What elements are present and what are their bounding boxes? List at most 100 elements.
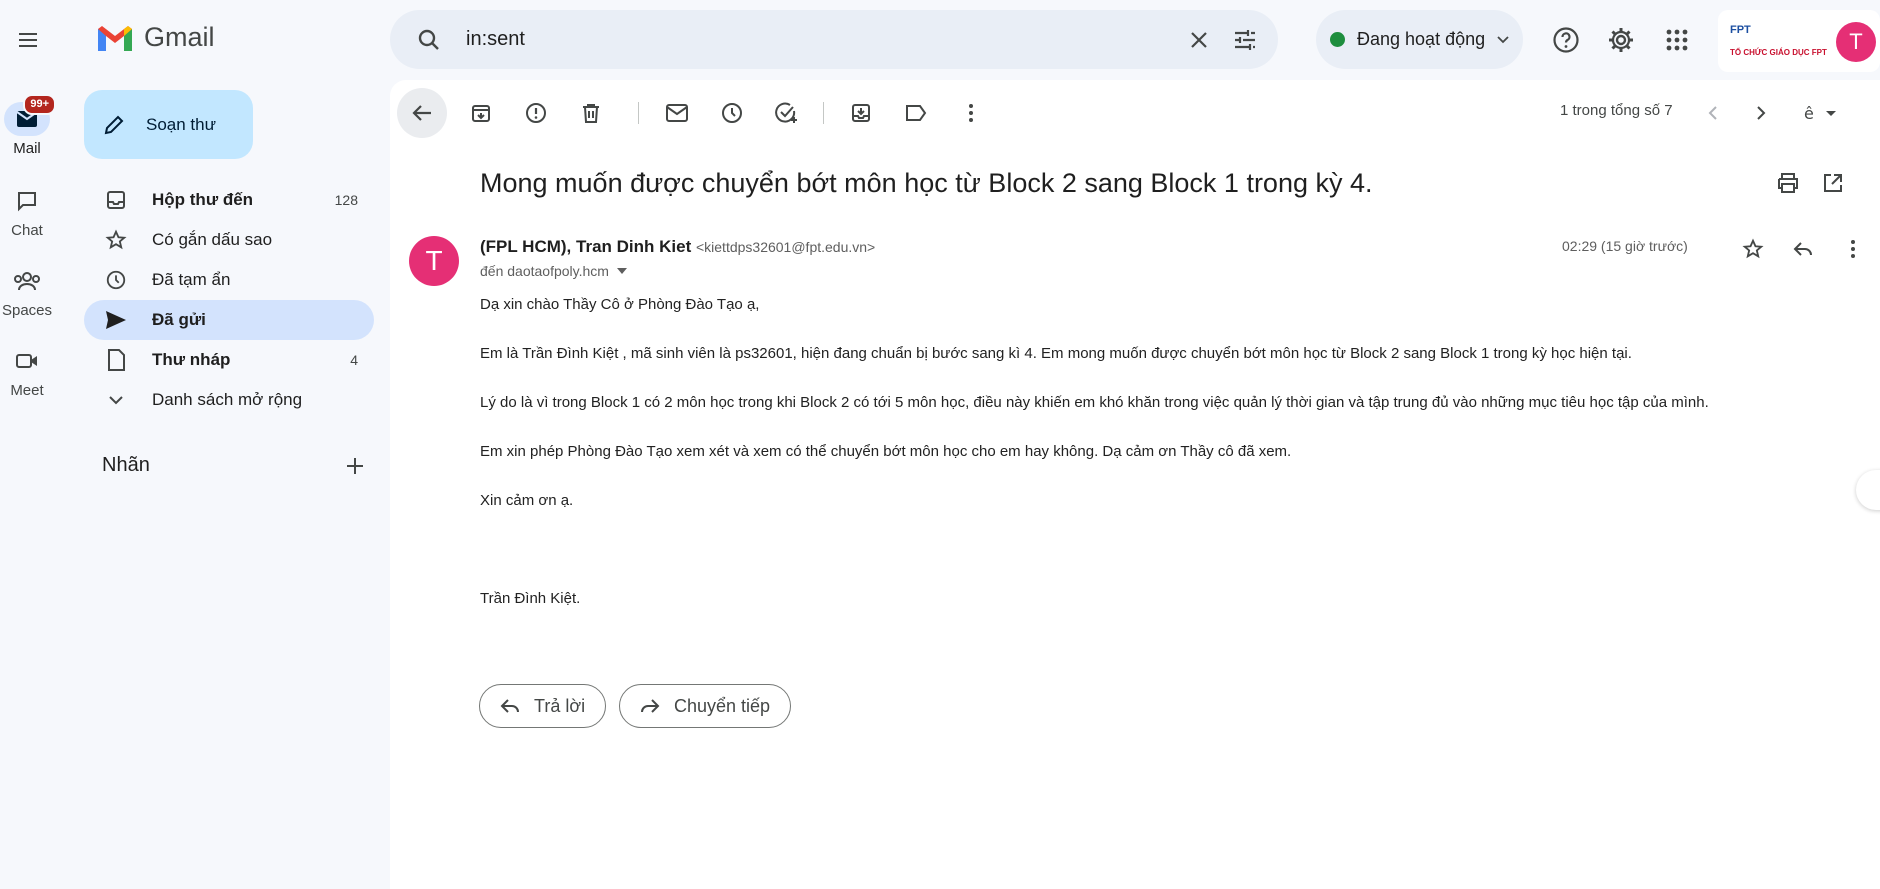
nav-inbox[interactable]: Hộp thư đến 128 bbox=[84, 180, 374, 220]
input-tools-icon: ê bbox=[1804, 104, 1836, 123]
chevron-right-icon bbox=[1757, 106, 1766, 120]
body-paragraph: Em là Trần Đình Kiệt , mã sinh viên là p… bbox=[480, 345, 1632, 362]
search-input[interactable]: in:sent bbox=[466, 28, 1176, 51]
search-button[interactable] bbox=[406, 17, 452, 63]
recipient-label: đến daotaofpoly.hcm bbox=[480, 263, 609, 279]
sender-name[interactable]: (FPL HCM), Tran Dinh Kiet bbox=[480, 237, 691, 256]
main-menu-button[interactable] bbox=[8, 16, 48, 64]
toolbar-divider bbox=[823, 102, 824, 124]
body-paragraph: Em xin phép Phòng Đào Tạo xem xét và xem… bbox=[480, 443, 1292, 460]
nav-snoozed[interactable]: Đã tạm ẩn bbox=[84, 260, 374, 300]
nav-inbox-count: 128 bbox=[334, 192, 358, 208]
draft-icon bbox=[108, 349, 125, 371]
gmail-wordmark: Gmail bbox=[144, 22, 215, 52]
older-button[interactable] bbox=[1736, 88, 1786, 138]
snooze-button[interactable] bbox=[707, 88, 757, 138]
filter-sliders-icon bbox=[1235, 29, 1255, 50]
reply-action-label: Trả lời bbox=[534, 695, 586, 716]
trash-icon bbox=[583, 104, 599, 123]
spaces-icon bbox=[14, 272, 40, 291]
forward-icon bbox=[641, 699, 660, 713]
reply-button[interactable] bbox=[1778, 224, 1828, 274]
print-icon bbox=[1778, 173, 1798, 193]
body-paragraph bbox=[480, 541, 1870, 590]
rail-chat-label: Chat bbox=[11, 222, 43, 239]
add-to-tasks-button[interactable] bbox=[762, 88, 812, 138]
forward-action-button[interactable]: Chuyển tiếp bbox=[619, 684, 792, 728]
forward-action-label: Chuyển tiếp bbox=[674, 695, 771, 716]
chat-icon bbox=[18, 192, 36, 212]
compose-button[interactable]: Soạn thư bbox=[84, 90, 253, 159]
report-spam-button[interactable] bbox=[511, 88, 561, 138]
task-add-icon bbox=[775, 102, 797, 123]
organization-name: TỔ CHỨC GIÁO DỤC FPT bbox=[1730, 48, 1827, 57]
settings-button[interactable] bbox=[1599, 18, 1643, 62]
gear-icon bbox=[1609, 28, 1633, 52]
archive-button[interactable] bbox=[456, 88, 506, 138]
email-subject: Mong muốn được chuyển bớt môn học từ Blo… bbox=[480, 168, 1373, 198]
sender-info: (FPL HCM), Tran Dinh Kiet <kiettdps32601… bbox=[480, 237, 875, 257]
details-dropdown-icon[interactable] bbox=[616, 268, 627, 274]
star-icon bbox=[1742, 238, 1764, 259]
reply-icon bbox=[500, 699, 519, 713]
nav-more[interactable]: Danh sách mở rộng bbox=[84, 380, 374, 420]
labels-button[interactable] bbox=[891, 88, 941, 138]
print-button[interactable] bbox=[1763, 158, 1813, 208]
message-more-button[interactable] bbox=[1828, 224, 1878, 274]
rail-meet[interactable]: Meet bbox=[0, 344, 54, 399]
video-camera-icon bbox=[16, 354, 37, 368]
body-paragraph: Dạ xin chào Thầy Cô ở Phòng Đào Tạo ạ, bbox=[480, 296, 760, 313]
add-label-icon[interactable] bbox=[346, 457, 364, 475]
back-button[interactable] bbox=[397, 88, 447, 138]
toolbar-divider bbox=[638, 102, 639, 124]
nav-drafts[interactable]: Thư nháp 4 bbox=[84, 340, 374, 380]
delete-button[interactable] bbox=[566, 88, 616, 138]
rail-chat[interactable]: Chat bbox=[0, 184, 54, 239]
move-to-inbox-icon bbox=[852, 104, 870, 122]
open-new-window-button[interactable] bbox=[1808, 158, 1858, 208]
nav-starred-label: Có gắn dấu sao bbox=[152, 230, 273, 249]
rail-spaces-label: Spaces bbox=[1, 302, 53, 319]
rail-mail[interactable]: 99+ Mail bbox=[0, 94, 56, 157]
star-button[interactable] bbox=[1728, 224, 1778, 274]
sender-avatar[interactable]: T bbox=[409, 236, 459, 286]
help-button[interactable] bbox=[1544, 18, 1588, 62]
reply-action-button[interactable]: Trả lời bbox=[479, 684, 607, 728]
hamburger-icon bbox=[19, 33, 37, 47]
star-icon bbox=[105, 229, 127, 250]
nav-more-label: Danh sách mở rộng bbox=[152, 390, 303, 409]
folder-nav: Hộp thư đến 128 Có gắn dấu sao Đã tạm ẩn… bbox=[84, 180, 374, 420]
rail-meet-label: Meet bbox=[10, 382, 44, 399]
apps-button[interactable] bbox=[1655, 18, 1699, 62]
move-to-button[interactable] bbox=[836, 88, 886, 138]
nav-inbox-label: Hộp thư đến bbox=[152, 190, 254, 209]
nav-starred[interactable]: Có gắn dấu sao bbox=[84, 220, 374, 260]
input-tools-button[interactable]: ê bbox=[1790, 88, 1850, 138]
nav-drafts-count: 4 bbox=[350, 352, 358, 368]
compose-label: Soạn thư bbox=[146, 114, 216, 134]
archive-icon bbox=[472, 105, 490, 122]
search-options-button[interactable] bbox=[1222, 17, 1268, 63]
mail-unread-badge: 99+ bbox=[23, 94, 56, 115]
sender-email: <kiettdps32601@fpt.edu.vn> bbox=[695, 239, 876, 255]
email-timestamp: 02:29 (15 giờ trước) bbox=[1562, 238, 1688, 254]
mark-unread-button[interactable] bbox=[652, 88, 702, 138]
labels-heading: Nhãn bbox=[102, 454, 150, 476]
account-avatar[interactable]: T bbox=[1836, 22, 1876, 62]
newer-button[interactable] bbox=[1688, 88, 1738, 138]
gmail-logo[interactable]: Gmail bbox=[96, 22, 215, 53]
status-selector[interactable]: Đang hoạt động bbox=[1316, 10, 1523, 69]
clear-search-button[interactable] bbox=[1176, 17, 1222, 63]
more-options-button[interactable] bbox=[946, 88, 996, 138]
chevron-left-icon bbox=[1708, 106, 1717, 120]
body-paragraph: Xin cảm ơn ạ. bbox=[480, 492, 574, 509]
chevron-down-icon bbox=[109, 396, 123, 405]
apps-grid-icon bbox=[1666, 29, 1688, 51]
nav-snoozed-label: Đã tạm ẩn bbox=[152, 270, 231, 289]
pencil-icon bbox=[104, 115, 124, 134]
labels-section: Nhãn bbox=[102, 454, 364, 477]
rail-spaces[interactable]: Spaces bbox=[0, 264, 54, 319]
nav-sent[interactable]: Đã gửi bbox=[84, 300, 374, 340]
label-icon bbox=[906, 105, 927, 121]
nav-drafts-label: Thư nháp bbox=[152, 350, 231, 369]
